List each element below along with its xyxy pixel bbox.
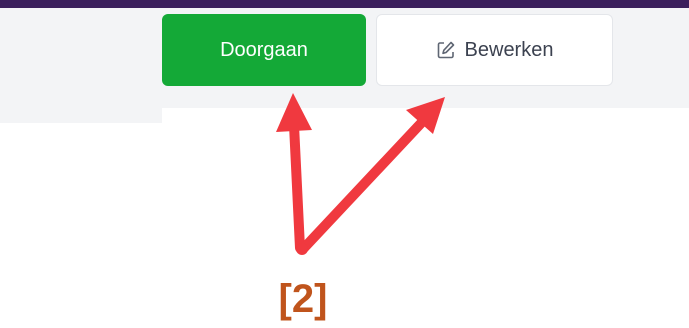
continue-button-label: Doorgaan <box>220 38 308 61</box>
step-marker: [2] <box>278 276 328 321</box>
edit-button-label: Bewerken <box>464 38 554 61</box>
top-bar <box>0 0 689 8</box>
content-panel <box>162 108 689 148</box>
continue-button[interactable]: Doorgaan <box>162 14 366 86</box>
edit-button[interactable]: Bewerken <box>376 14 613 86</box>
edit-icon <box>436 40 456 60</box>
